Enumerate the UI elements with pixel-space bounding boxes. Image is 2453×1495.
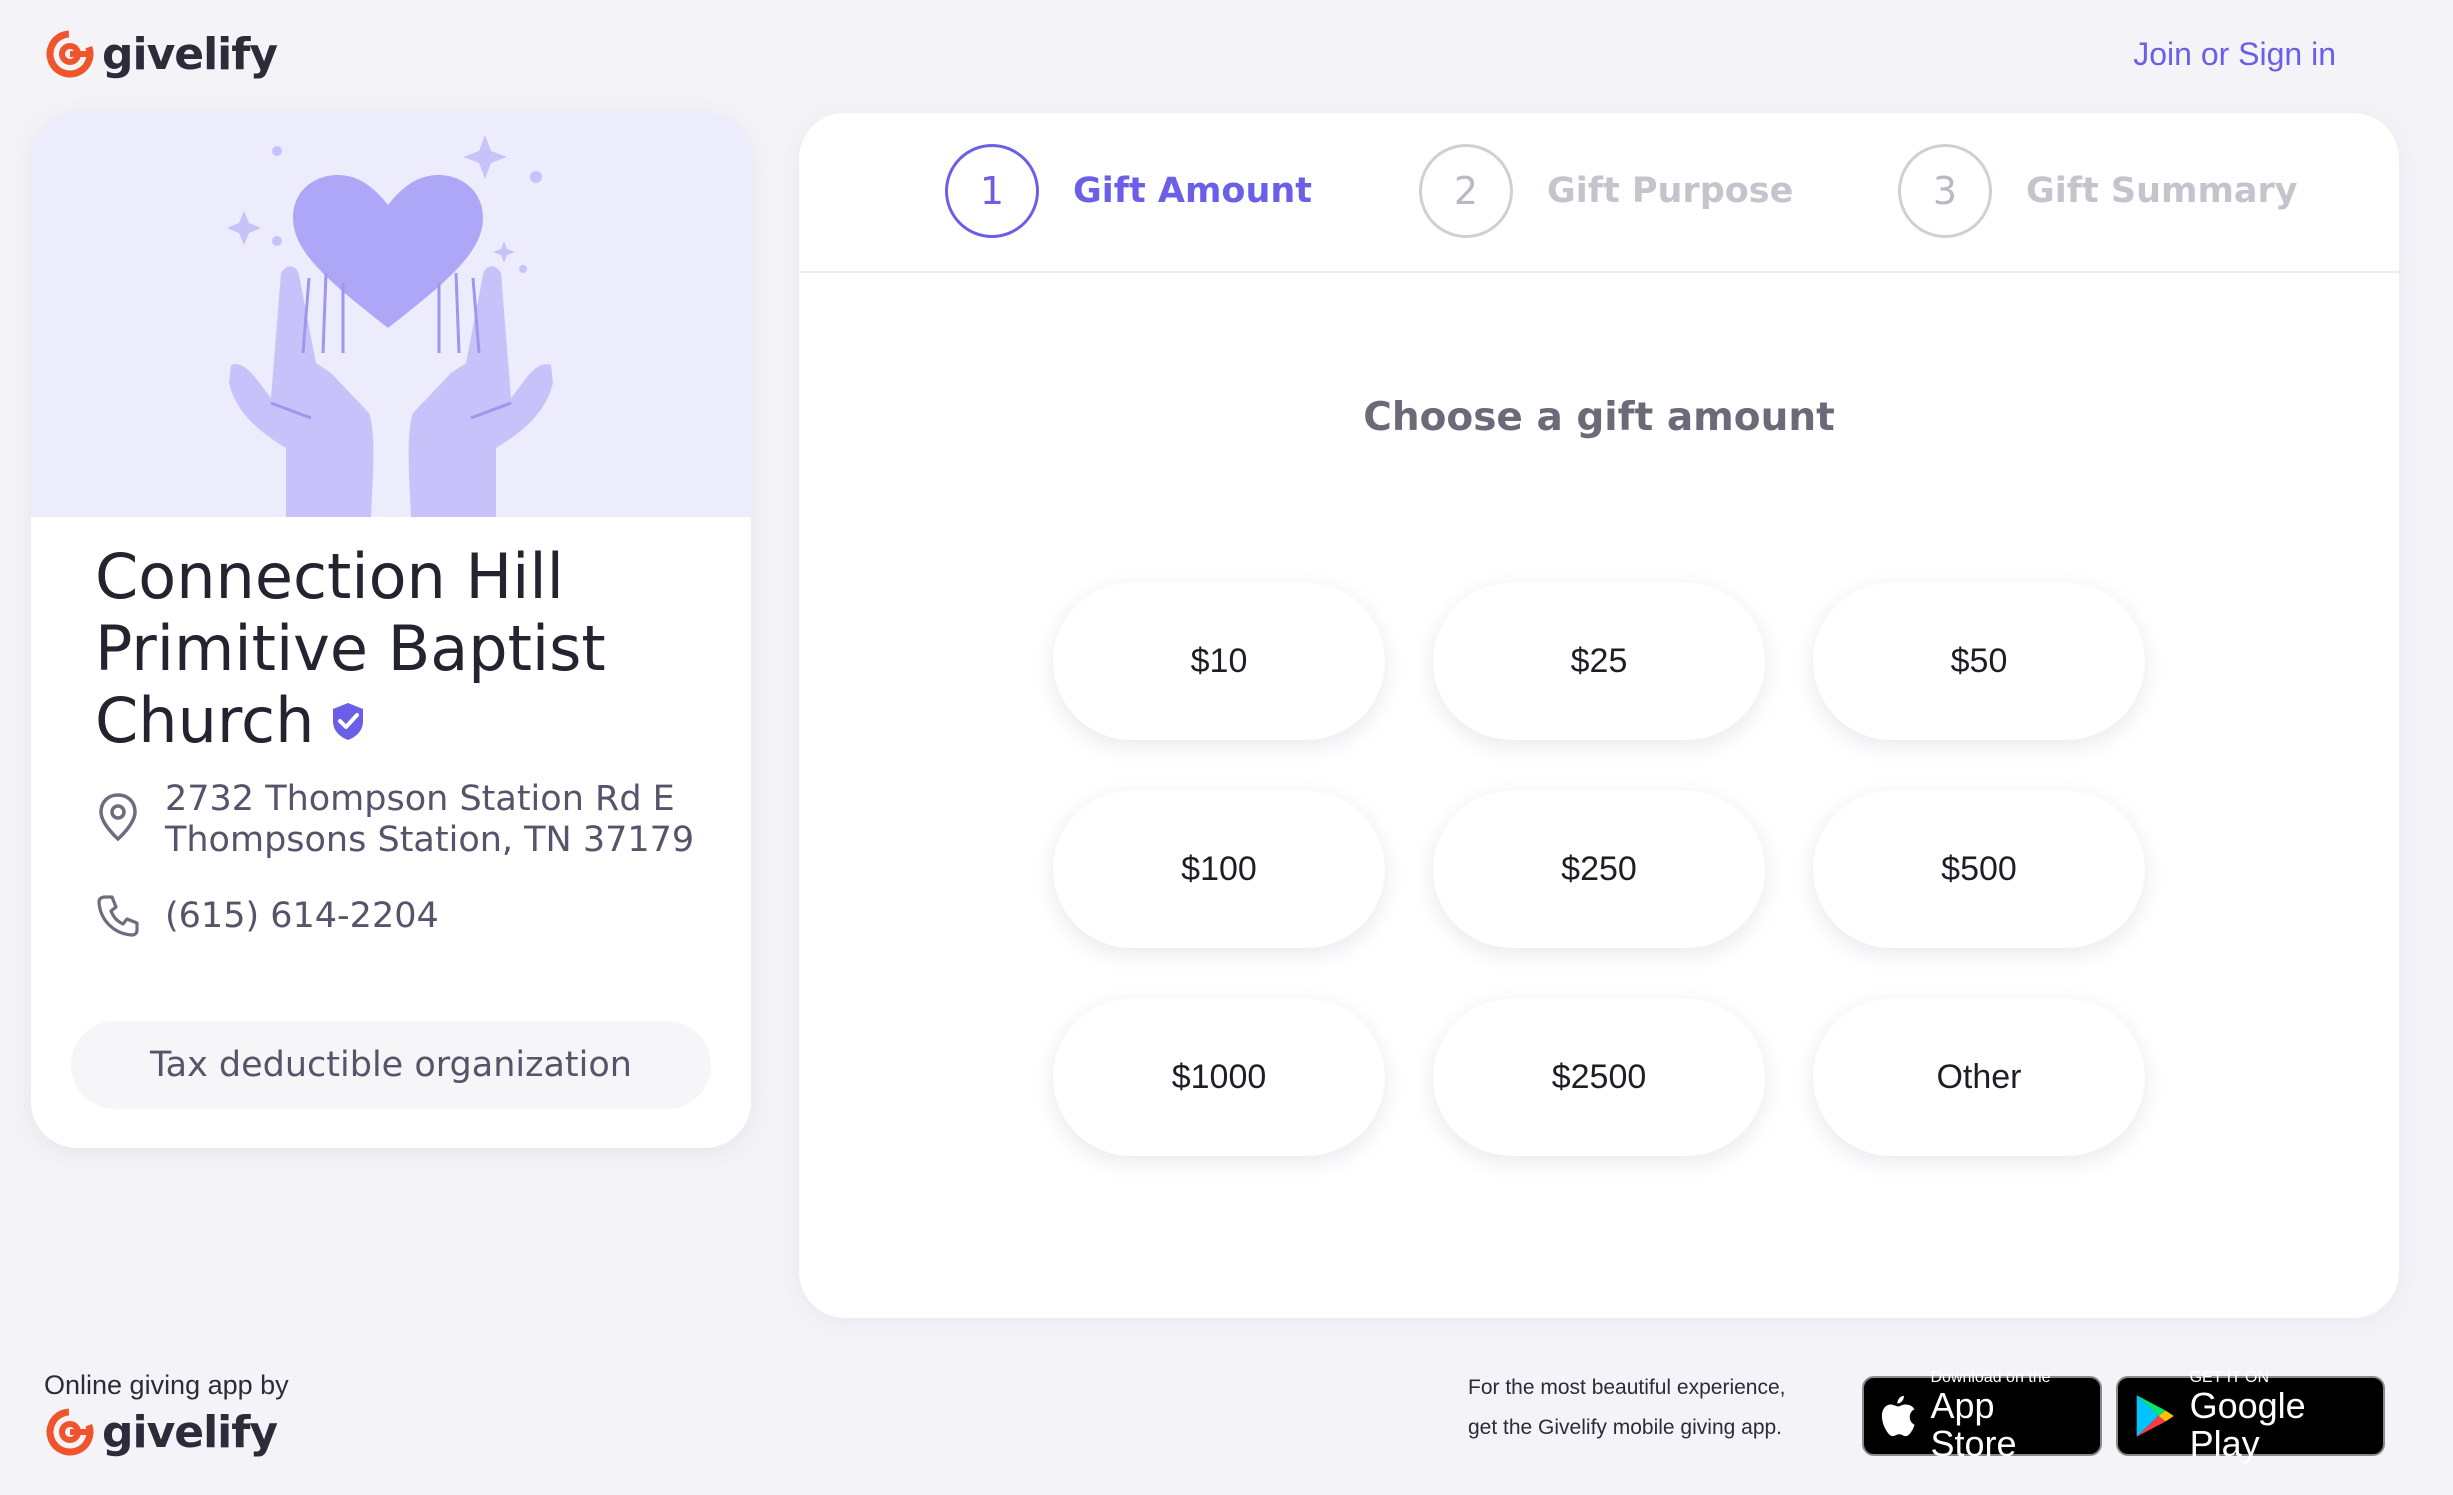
step-label: Gift Amount [1073,171,1313,211]
amount-button-1000[interactable]: $1000 [1053,999,1385,1156]
address-line-1: 2732 Thompson Station Rd E [165,779,675,819]
verified-shield-icon [330,684,366,756]
step-gift-purpose[interactable]: 2 Gift Purpose [1419,144,1793,238]
amount-button-100[interactable]: $100 [1053,791,1385,948]
tax-deductible-badge: Tax deductible organization [71,1021,711,1109]
phone-row: (615) 614-2204 [95,893,439,939]
join-or-sign-in-link[interactable]: Join or Sign in [2133,36,2336,73]
step-gift-summary[interactable]: 3 Gift Summary [1898,144,2298,238]
footer-givelify-logo[interactable]: givelify [44,1406,278,1458]
step-label: Gift Purpose [1547,171,1794,211]
step-indicator: 1 Gift Amount 2 Gift Purpose 3 Gift Summ… [799,113,2399,273]
phone-number[interactable]: (615) 614-2204 [165,896,439,937]
footer-by-text: Online giving app by [44,1370,289,1400]
amount-button-10[interactable]: $10 [1053,583,1385,740]
givelify-mark-icon [46,1408,94,1456]
amount-button-250[interactable]: $250 [1433,791,1765,948]
gift-panel: 1 Gift Amount 2 Gift Purpose 3 Gift Summ… [799,113,2399,1318]
promo-line-1: For the most beautiful experience, [1468,1376,1786,1399]
phone-icon [97,895,139,937]
address-row: 2732 Thompson Station Rd E Thompsons Sta… [95,779,694,861]
amount-button-50[interactable]: $50 [1813,583,2145,740]
organization-name: Connection Hill Primitive Baptist Church [95,541,715,757]
amount-button-other[interactable]: Other [1813,999,2145,1156]
givelify-mark-icon [46,30,94,78]
google-play-big-text: Google Play [2189,1385,2306,1464]
promo-line-2: get the Givelify mobile giving app. [1468,1416,1783,1439]
location-pin-icon [99,793,137,842]
app-store-badge[interactable]: Download on the App Store [1862,1369,2102,1463]
app-promo-text: For the most beautiful experience, get t… [1468,1368,1828,1448]
google-play-badge[interactable]: GET IT ON Google Play [2116,1369,2385,1463]
brand-wordmark: givelify [102,28,278,80]
step-gift-amount[interactable]: 1 Gift Amount [945,144,1312,238]
google-play-icon [2136,1395,2174,1437]
apple-icon [1881,1395,1915,1437]
amount-button-500[interactable]: $500 [1813,791,2145,948]
step-label: Gift Summary [2026,171,2298,211]
choose-amount-heading: Choose a gift amount [1363,395,1835,440]
amount-button-25[interactable]: $25 [1433,583,1765,740]
hero-illustration [31,113,751,517]
organization-card: Connection Hill Primitive Baptist Church… [31,113,751,1148]
amount-button-2500[interactable]: $2500 [1433,999,1765,1156]
app-store-big-text: App Store [1930,1385,2017,1464]
giving-hands-heart-icon [227,135,553,517]
step-number: 3 [1898,144,1992,238]
step-number: 1 [945,144,1039,238]
address-line-2: Thompsons Station, TN 37179 [165,820,695,860]
brand-wordmark: givelify [102,1406,278,1458]
givelify-logo[interactable]: givelify [44,28,278,80]
step-number: 2 [1419,144,1513,238]
